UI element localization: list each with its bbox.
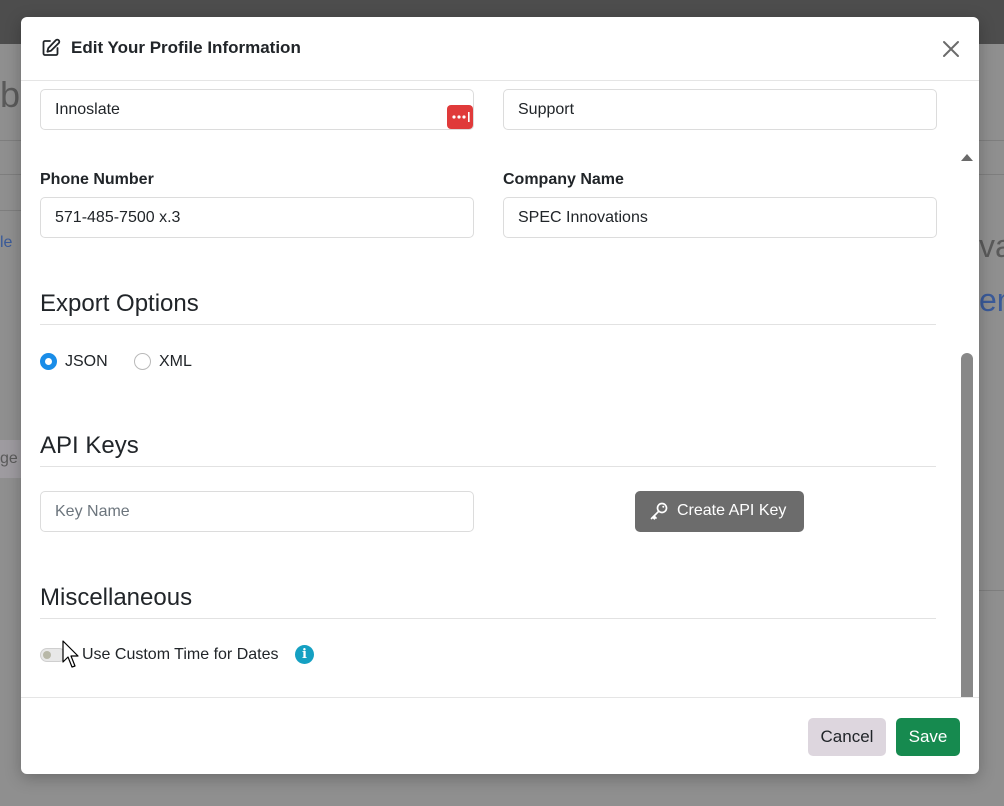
modal-body: Innoslate Support Phone Number 571-485-7… (21, 81, 979, 697)
bg-divider (979, 590, 1004, 591)
bg-divider (0, 210, 21, 211)
miscellaneous-heading: Miscellaneous (40, 584, 193, 611)
role-field[interactable]: Support (503, 89, 937, 130)
save-button[interactable]: Save (896, 718, 960, 756)
key-icon (650, 502, 668, 520)
key-name-placeholder: Key Name (55, 503, 130, 520)
phone-number-label: Phone Number (40, 171, 154, 188)
custom-time-toggle-label[interactable]: Use Custom Time for Dates (82, 646, 279, 664)
bg-divider (0, 174, 21, 175)
edit-icon (42, 38, 61, 56)
company-name-value: SPEC Innovations (518, 209, 648, 226)
xml-radio[interactable] (134, 353, 151, 370)
organization-field[interactable]: Innoslate (40, 89, 474, 130)
key-name-input[interactable]: Key Name (40, 491, 474, 532)
bg-heading-fragment-right: va (979, 228, 1004, 264)
xml-radio-label[interactable]: XML (159, 353, 192, 371)
cancel-button[interactable]: Cancel (808, 718, 886, 756)
company-name-input[interactable]: SPEC Innovations (503, 197, 937, 238)
info-icon[interactable]: i (295, 645, 314, 664)
modal-footer: Cancel Save (21, 697, 979, 774)
organization-value: Innoslate (55, 101, 120, 118)
role-value: Support (518, 101, 575, 118)
phone-number-value: 571-485-7500 x.3 (55, 209, 181, 226)
company-name-label: Company Name (503, 171, 624, 188)
bg-heading-fragment: b (0, 74, 21, 115)
mouse-cursor-icon (62, 640, 79, 668)
scrollbar-thumb[interactable] (961, 353, 973, 697)
phone-number-input[interactable]: 571-485-7500 x.3 (40, 197, 474, 238)
json-radio-label[interactable]: JSON (65, 353, 108, 371)
bg-link-fragment: le (0, 234, 13, 251)
modal-title: Edit Your Profile Information (71, 38, 301, 57)
api-keys-heading: API Keys (40, 432, 139, 459)
section-divider (40, 324, 936, 325)
section-divider (40, 618, 936, 619)
section-divider (40, 466, 936, 467)
create-api-key-button[interactable]: Create API Key (635, 491, 804, 532)
export-options-heading: Export Options (40, 290, 199, 317)
create-api-key-label: Create API Key (677, 502, 787, 519)
bg-divider (979, 174, 1004, 175)
edit-profile-modal: Edit Your Profile Information Innoslate … (21, 17, 979, 774)
json-radio[interactable] (40, 353, 57, 370)
scroll-up-arrow-icon[interactable] (960, 152, 974, 162)
password-manager-icon[interactable] (447, 105, 473, 129)
modal-header: Edit Your Profile Information (21, 17, 979, 81)
close-icon[interactable] (939, 37, 963, 61)
bg-link-fragment-right: em (979, 282, 1004, 318)
bg-divider (0, 140, 21, 141)
bg-divider (979, 140, 1004, 141)
bg-button-text-fragment: ge (0, 450, 18, 467)
